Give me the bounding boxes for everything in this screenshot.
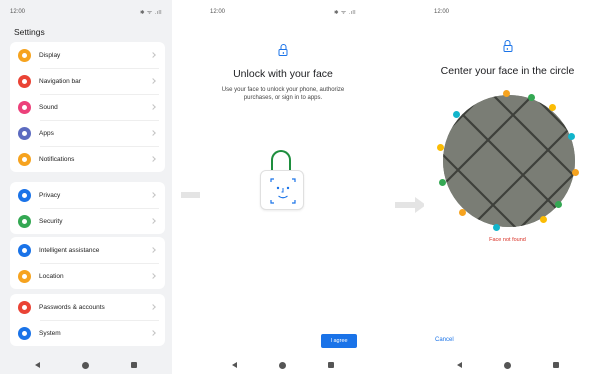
settings-item-label: Navigation bar (39, 77, 81, 85)
progress-dot (503, 90, 510, 97)
status-bar: 12:00 ✱ ᯤ .ıll (10, 7, 162, 17)
settings-item-apps[interactable]: Apps (10, 120, 165, 146)
face-capture-circle (437, 90, 579, 231)
agree-button[interactable]: I agree (321, 334, 357, 348)
passwords-accounts-icon (18, 300, 31, 314)
progress-dot (459, 209, 466, 216)
settings-item-label: Sound (39, 103, 58, 111)
progress-dot (528, 94, 535, 101)
recents-icon[interactable] (131, 362, 137, 368)
settings-item-location[interactable]: Location (10, 263, 165, 289)
settings-item-system[interactable]: System (10, 320, 165, 346)
system-icon (18, 326, 31, 340)
settings-item-label: Location (39, 272, 64, 280)
settings-item-label: System (39, 329, 61, 337)
intelligent-assistance-icon (18, 243, 31, 257)
arrow-right-icon (395, 197, 427, 213)
settings-item-label: Intelligent assistance (39, 246, 100, 254)
progress-dot (540, 216, 547, 223)
lock-icon (278, 44, 288, 56)
location-icon (18, 269, 31, 283)
page-title: Unlock with your face (233, 68, 333, 80)
home-icon[interactable] (82, 361, 89, 369)
settings-item-label: Apps (39, 129, 54, 137)
page-title: Center your face in the circle (440, 65, 575, 77)
settings-group: Intelligent assistance Location (10, 237, 165, 289)
onboarding-flow: 12:00 ✱ ᯤ .ıll Settings Display Navigatio… (0, 0, 591, 374)
notifications-icon (18, 152, 31, 166)
settings-item-notifications[interactable]: Notifications (10, 146, 165, 172)
recents-icon[interactable] (328, 362, 334, 368)
navigation-bar (200, 356, 366, 374)
page-title: Settings (14, 27, 45, 37)
progress-dot (439, 179, 446, 186)
progress-dot (555, 201, 562, 208)
progress-dot (568, 133, 575, 140)
lock-shackle (271, 150, 291, 172)
status-icons: ✱ ᯤ .ıll (139, 10, 162, 16)
chevron-right-icon (150, 52, 156, 58)
progress-dot (493, 224, 500, 231)
chevron-right-icon (150, 330, 156, 336)
chevron-right-icon (150, 247, 156, 253)
home-icon[interactable] (503, 361, 511, 369)
settings-group: Passwords & accounts System (10, 294, 165, 346)
chevron-right-icon (150, 218, 156, 224)
face-icon (260, 170, 304, 210)
privacy-icon (18, 188, 31, 202)
chevron-right-icon (150, 304, 156, 310)
cancel-button[interactable]: Cancel (435, 337, 454, 343)
settings-item-label: Notifications (39, 155, 75, 163)
page-subtitle: Use your face to unlock your phone, auth… (221, 87, 345, 101)
status-bar: 12:00 (434, 7, 581, 17)
settings-item-sound[interactable]: Sound (10, 94, 165, 120)
settings-item-navigation-bar[interactable]: Navigation bar (10, 68, 165, 94)
chevron-right-icon (150, 192, 156, 198)
settings-group: Privacy Security (10, 182, 165, 234)
display-icon (18, 48, 31, 62)
settings-item-privacy[interactable]: Privacy (10, 182, 165, 208)
settings-item-passwords-accounts[interactable]: Passwords & accounts (10, 294, 165, 320)
back-icon[interactable] (456, 362, 462, 368)
face-enroll-screen: 12:00 Center your face in the circle Fac… (424, 0, 591, 374)
security-icon (18, 214, 31, 228)
sound-icon (18, 100, 31, 114)
recents-icon[interactable] (552, 362, 559, 368)
status-time: 12:00 (210, 9, 226, 15)
home-icon[interactable] (279, 361, 286, 369)
settings-item-intelligent-assistance[interactable]: Intelligent assistance (10, 237, 165, 263)
navigation-bar (424, 356, 591, 374)
chevron-right-icon (150, 104, 156, 110)
settings-item-label: Privacy (39, 191, 61, 199)
camera-preview (443, 95, 575, 227)
chevron-right-icon (150, 130, 156, 136)
progress-dot (549, 104, 556, 111)
status-bar: 12:00 ✱ ᯤ .ıll (210, 7, 356, 17)
status-icons: ✱ ᯤ .ıll (333, 10, 356, 16)
lock-icon (503, 40, 512, 52)
settings-group: Display Navigation bar Sound Apps Notificati… (10, 42, 165, 172)
chevron-right-icon (150, 273, 156, 279)
settings-item-label: Display (39, 51, 61, 59)
back-icon[interactable] (232, 362, 237, 368)
face-unlock-intro-screen: 12:00 ✱ ᯤ .ıll Unlock with your face Use… (200, 0, 366, 374)
apps-icon (18, 126, 31, 140)
progress-dot (437, 144, 444, 151)
face-lock-illustration (260, 150, 304, 212)
face-status-message: Face not found (489, 237, 526, 243)
back-icon[interactable] (35, 362, 40, 368)
settings-screen: 12:00 ✱ ᯤ .ıll Settings Display Navigatio… (0, 0, 172, 374)
settings-item-label: Security (39, 217, 63, 225)
chevron-right-icon (150, 156, 156, 162)
navigation-bar (0, 356, 172, 374)
progress-dot (572, 169, 579, 176)
settings-item-security[interactable]: Security (10, 208, 165, 234)
navigation-bar-icon (18, 74, 31, 88)
chevron-right-icon (150, 78, 156, 84)
status-time: 12:00 (434, 9, 450, 15)
settings-item-display[interactable]: Display (10, 42, 165, 68)
progress-dot (453, 111, 460, 118)
status-time: 12:00 (10, 9, 26, 15)
settings-item-label: Passwords & accounts (39, 303, 105, 311)
